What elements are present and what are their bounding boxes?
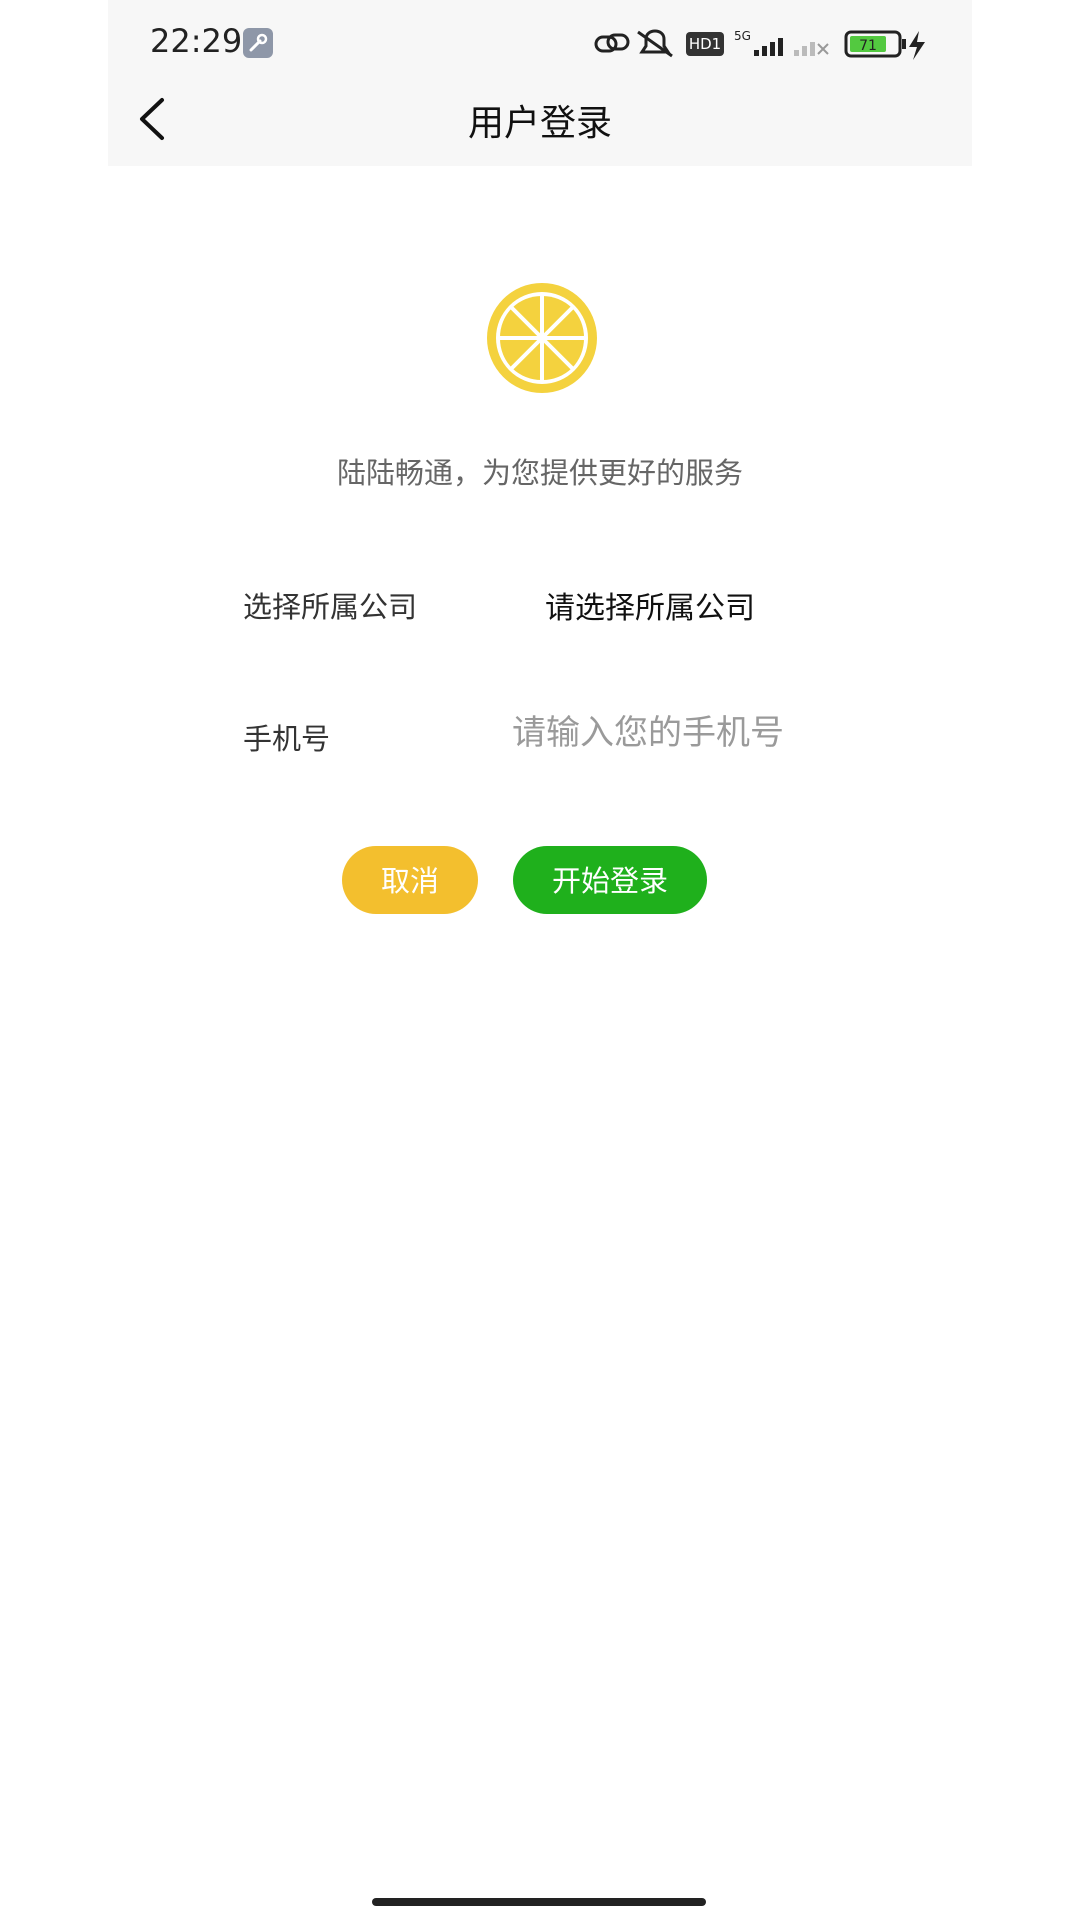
svg-text:71: 71: [859, 38, 877, 54]
status-time: 22:29: [150, 22, 243, 60]
signal-icon: [754, 38, 783, 56]
phone-label: 手机号: [243, 722, 331, 756]
signal-secondary-icon: [794, 42, 829, 56]
wrench-icon: [243, 28, 273, 58]
link-icon: [594, 33, 630, 53]
status-icons: HD1 5G 71: [592, 22, 932, 68]
slogan-text: 陆陆畅通，为您提供更好的服务: [336, 456, 743, 490]
svg-text:5G: 5G: [734, 29, 751, 43]
start-login-button[interactable]: 开始登录: [513, 846, 707, 914]
back-button[interactable]: [132, 92, 182, 146]
home-indicator[interactable]: [372, 1898, 706, 1906]
silent-icon: [637, 29, 673, 58]
svg-text:HD1: HD1: [689, 35, 721, 53]
login-screen: 22:29 HD1 5G 71 用户登录 陆陆畅通，为您提供更好的服务 选择所属…: [0, 0, 1080, 1920]
company-select[interactable]: 请选择所属公司: [545, 583, 755, 627]
lemon-logo-icon: [484, 280, 600, 396]
page-title: 用户登录: [467, 103, 612, 144]
cancel-button[interactable]: 取消: [342, 846, 478, 914]
company-label: 选择所属公司: [243, 590, 418, 624]
charging-icon: [909, 31, 925, 60]
chevron-left-icon: [140, 98, 164, 140]
phone-input[interactable]: [510, 708, 874, 758]
